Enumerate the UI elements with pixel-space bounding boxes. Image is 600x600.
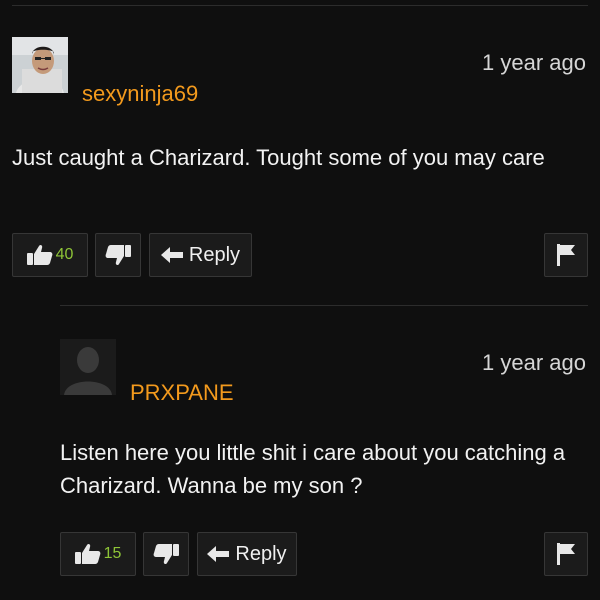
dislike-button[interactable] xyxy=(95,233,141,277)
like-count: 40 xyxy=(55,246,74,263)
reply-arrow-icon xyxy=(207,545,230,563)
reply-label: Reply xyxy=(188,243,241,266)
flag-button[interactable] xyxy=(544,233,588,277)
avatar[interactable] xyxy=(60,339,116,395)
flag-icon xyxy=(557,244,575,266)
reply-arrow-icon xyxy=(160,246,183,264)
like-count: 15 xyxy=(103,545,122,562)
dislike-button[interactable] xyxy=(143,532,189,576)
comment-username[interactable]: PRXPANE xyxy=(130,380,234,406)
thumbs-down-icon xyxy=(105,244,131,266)
flag-button[interactable] xyxy=(544,532,588,576)
comment-timestamp: 1 year ago xyxy=(482,350,586,375)
like-button[interactable]: 15 xyxy=(60,532,136,576)
top-divider xyxy=(12,5,588,6)
thumbs-up-icon xyxy=(74,543,101,565)
comment-timestamp: 1 year ago xyxy=(482,50,586,75)
thumbs-up-icon xyxy=(26,244,53,266)
reply-button[interactable]: Reply xyxy=(149,233,252,277)
comment-divider xyxy=(60,305,588,306)
comment-username[interactable]: sexyninja69 xyxy=(82,81,198,107)
thumbs-down-icon xyxy=(153,543,179,565)
avatar[interactable] xyxy=(12,37,68,93)
reply-button[interactable]: Reply xyxy=(197,532,297,576)
reply-label: Reply xyxy=(235,542,287,565)
flag-icon xyxy=(557,543,575,565)
like-button[interactable]: 40 xyxy=(12,233,88,277)
comment-text: Listen here you little shit i care about… xyxy=(60,440,566,498)
comment-text: Just caught a Charizard. Tought some of … xyxy=(12,145,545,170)
